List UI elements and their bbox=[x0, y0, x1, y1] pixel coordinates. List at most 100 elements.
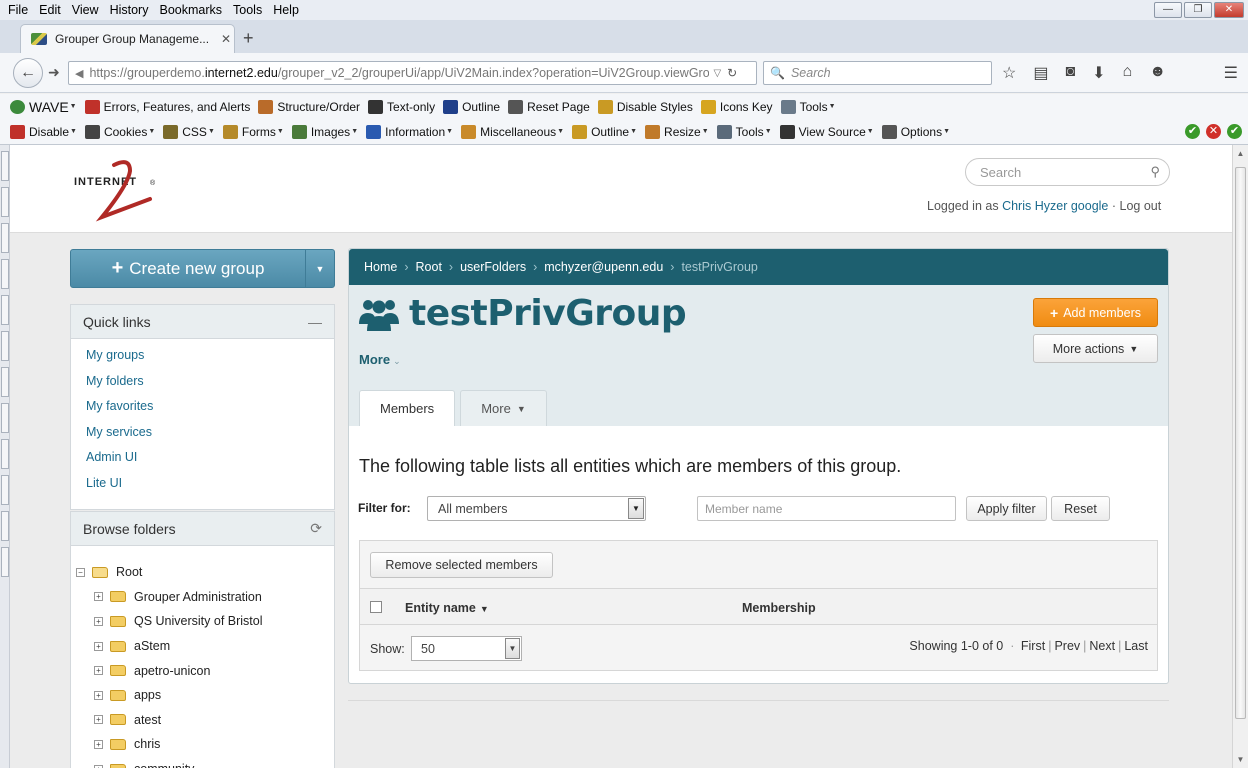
site-info-icon[interactable]: ◀ bbox=[75, 67, 83, 80]
scrollbar-thumb[interactable] bbox=[1235, 167, 1246, 719]
tree-row[interactable]: + QS University of Bristol bbox=[76, 609, 334, 634]
member-name-input[interactable]: Member name bbox=[697, 496, 956, 521]
error-icon[interactable]: ✕ bbox=[1206, 124, 1221, 139]
expand-toggle-icon[interactable]: + bbox=[94, 764, 103, 768]
quick-link-my-folders[interactable]: My folders bbox=[86, 372, 334, 398]
expand-toggle-icon[interactable]: + bbox=[94, 641, 103, 651]
reading-list-icon[interactable]: ▤ bbox=[1033, 63, 1048, 83]
next-page-link[interactable]: Next bbox=[1089, 639, 1115, 653]
minimize-button[interactable]: — bbox=[1154, 2, 1182, 18]
collapse-toggle-icon[interactable]: − bbox=[76, 567, 85, 577]
user-name-link[interactable]: Chris Hyzer google bbox=[1002, 199, 1108, 213]
tab-members[interactable]: Members bbox=[359, 390, 456, 426]
download-icon[interactable]: ⬇ bbox=[1092, 63, 1105, 83]
quick-link-my-groups[interactable]: My groups bbox=[86, 346, 334, 372]
menu-edit[interactable]: Edit bbox=[39, 3, 61, 17]
pocket-icon[interactable]: ◙ bbox=[1065, 63, 1075, 83]
last-page-link[interactable]: Last bbox=[1124, 639, 1148, 653]
menu-file[interactable]: File bbox=[8, 3, 28, 17]
tree-row[interactable]: + apps bbox=[76, 683, 334, 708]
create-dropdown-toggle[interactable]: ▼ bbox=[305, 250, 334, 287]
webdev-item-options[interactable]: Options ▼ bbox=[881, 124, 950, 139]
wave-item-icons-key[interactable]: Icons Key bbox=[700, 99, 773, 114]
quick-link-my-favorites[interactable]: My favorites bbox=[86, 397, 334, 423]
refresh-icon[interactable]: ⟳ bbox=[310, 520, 322, 537]
expand-toggle-icon[interactable]: + bbox=[94, 739, 103, 749]
wave-item-errors-features-and-alerts[interactable]: Errors, Features, and Alerts bbox=[84, 99, 250, 114]
expand-toggle-icon[interactable]: + bbox=[94, 715, 103, 725]
webdev-item-miscellaneous[interactable]: Miscellaneous ▼ bbox=[461, 124, 564, 139]
select-all-checkbox[interactable] bbox=[370, 601, 382, 613]
logout-link[interactable]: Log out bbox=[1120, 199, 1162, 213]
scroll-up-arrow-icon[interactable]: ▲ bbox=[1235, 149, 1246, 158]
breadcrumb-item[interactable]: mchyzer@upenn.edu bbox=[544, 260, 663, 274]
back-button[interactable]: ← bbox=[13, 58, 43, 88]
check-green-icon[interactable]: ✔ bbox=[1227, 124, 1242, 139]
check-icon[interactable]: ✔ bbox=[1185, 124, 1200, 139]
expand-toggle-icon[interactable]: + bbox=[94, 616, 103, 626]
wave-item-reset-page[interactable]: Reset Page bbox=[508, 99, 590, 114]
search-icon[interactable]: ⚲ bbox=[1150, 164, 1160, 180]
tree-row[interactable]: + chris bbox=[76, 732, 334, 757]
tab-more[interactable]: More ▼ bbox=[460, 390, 547, 426]
tree-row[interactable]: +community bbox=[76, 757, 334, 768]
prev-page-link[interactable]: Prev bbox=[1054, 639, 1080, 653]
expand-toggle-icon[interactable]: + bbox=[94, 690, 103, 700]
apply-filter-button[interactable]: Apply filter bbox=[966, 496, 1047, 521]
tree-row[interactable]: + aStem bbox=[76, 634, 334, 659]
tree-row[interactable]: + atest bbox=[76, 708, 334, 733]
wave-item-structure-order[interactable]: Structure/Order bbox=[258, 99, 360, 114]
webdev-item-disable[interactable]: Disable ▼ bbox=[10, 124, 77, 139]
menu-history[interactable]: History bbox=[110, 3, 149, 17]
restore-button[interactable]: ❐ bbox=[1184, 2, 1212, 18]
menu-view[interactable]: View bbox=[72, 3, 99, 17]
tree-row[interactable]: + Grouper Administration bbox=[76, 585, 334, 610]
forward-arrow-icon[interactable]: ➜ bbox=[48, 64, 60, 81]
webdev-item-outline[interactable]: Outline ▼ bbox=[572, 124, 637, 139]
add-members-button[interactable]: + Add members bbox=[1033, 298, 1158, 327]
first-page-link[interactable]: First bbox=[1021, 639, 1045, 653]
webdev-item-information[interactable]: Information ▼ bbox=[366, 124, 453, 139]
quick-link-my-services[interactable]: My services bbox=[86, 423, 334, 449]
url-bar[interactable]: ◀ https://grouperdemo.internet2.edu/grou… bbox=[68, 61, 757, 85]
browser-search-input[interactable]: 🔍 Search bbox=[763, 61, 992, 85]
reset-button[interactable]: Reset bbox=[1051, 496, 1110, 521]
menu-tools[interactable]: Tools bbox=[233, 3, 262, 17]
bookmark-star-icon[interactable]: ☆ bbox=[1002, 63, 1016, 83]
wave-item-tools[interactable]: Tools ▼ bbox=[780, 99, 836, 114]
url-dropdown-icon[interactable]: ▽ bbox=[713, 68, 721, 79]
wave-item-text-only[interactable]: Text-only bbox=[368, 99, 435, 114]
column-entity-name[interactable]: Entity name ▼ bbox=[405, 601, 489, 615]
dropdown-arrow-icon[interactable]: ▼ bbox=[628, 498, 644, 519]
page-size-select[interactable]: 50 ▼ bbox=[411, 636, 522, 661]
collapse-icon[interactable]: — bbox=[308, 314, 322, 330]
webdev-item-css[interactable]: CSS ▼ bbox=[163, 124, 215, 139]
wave-item-disable-styles[interactable]: Disable Styles bbox=[597, 99, 693, 114]
tree-row-root[interactable]: − Root bbox=[76, 560, 334, 585]
new-tab-button[interactable]: + bbox=[243, 28, 254, 49]
expand-toggle-icon[interactable]: + bbox=[94, 666, 103, 676]
group-more-menu[interactable]: More ⌄ bbox=[359, 352, 401, 367]
wave-item-wave[interactable]: WAVE ▼ bbox=[10, 99, 77, 115]
hamburger-menu-icon[interactable]: ☰ bbox=[1224, 63, 1238, 83]
chat-icon[interactable]: ☻ bbox=[1149, 63, 1166, 83]
scroll-down-arrow-icon[interactable]: ▼ bbox=[1235, 755, 1246, 764]
breadcrumb-item[interactable]: userFolders bbox=[460, 260, 526, 274]
vertical-scrollbar[interactable]: ▲ ▼ bbox=[1232, 145, 1248, 768]
webdev-item-forms[interactable]: Forms ▼ bbox=[222, 124, 284, 139]
webdev-item-view-source[interactable]: View Source ▼ bbox=[779, 124, 874, 139]
close-window-button[interactable]: ✕ bbox=[1214, 2, 1244, 18]
more-actions-button[interactable]: More actions ▼ bbox=[1033, 334, 1158, 363]
breadcrumb-item[interactable]: Root bbox=[416, 260, 442, 274]
tree-row[interactable]: + apetro-unicon bbox=[76, 658, 334, 683]
webdev-item-images[interactable]: Images ▼ bbox=[291, 124, 358, 139]
site-search-input[interactable]: Search ⚲ bbox=[965, 158, 1170, 186]
browser-tab[interactable]: Grouper Group Manageme... ✕ bbox=[20, 24, 235, 53]
remove-selected-members-button[interactable]: Remove selected members bbox=[370, 552, 553, 578]
menu-help[interactable]: Help bbox=[273, 3, 299, 17]
quick-link-lite-ui[interactable]: Lite UI bbox=[86, 474, 334, 500]
webdev-item-tools[interactable]: Tools ▼ bbox=[716, 124, 772, 139]
reload-icon[interactable]: ↻ bbox=[727, 66, 737, 80]
close-tab-icon[interactable]: ✕ bbox=[221, 32, 231, 46]
home-icon[interactable]: ⌂ bbox=[1123, 63, 1133, 83]
